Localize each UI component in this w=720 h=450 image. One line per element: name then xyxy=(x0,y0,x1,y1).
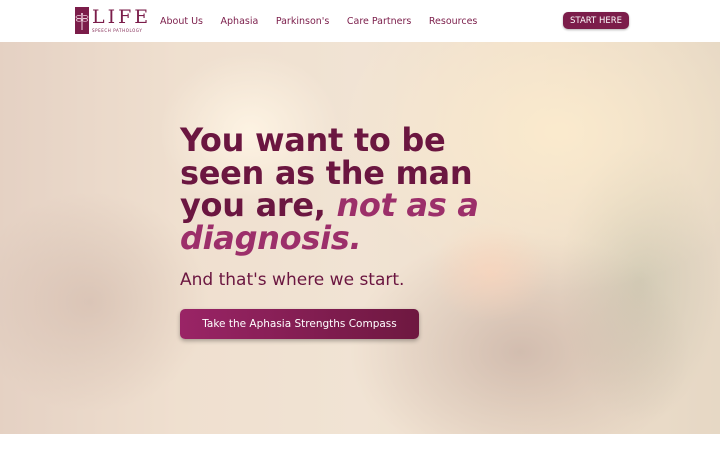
site-header: LIFE SPEECH PATHOLOGY About Us Aphasia P… xyxy=(0,0,720,42)
nav-care-partners[interactable]: Care Partners xyxy=(347,16,412,27)
logo-wordmark: LIFE xyxy=(92,6,152,28)
headline-period: . xyxy=(349,218,362,257)
nav-parkinsons[interactable]: Parkinson's xyxy=(276,16,330,27)
hero-section: You want to be seen as the man you are, … xyxy=(0,42,720,434)
dragonfly-icon xyxy=(75,7,89,34)
logo[interactable]: LIFE SPEECH PATHOLOGY xyxy=(75,7,148,35)
nav-resources[interactable]: Resources xyxy=(429,16,478,27)
page-below-hero xyxy=(0,434,720,450)
nav-about-us[interactable]: About Us xyxy=(160,16,203,27)
logo-subtitle: SPEECH PATHOLOGY xyxy=(92,28,143,33)
start-here-button[interactable]: START HERE xyxy=(563,12,629,29)
strengths-compass-button[interactable]: Take the Aphasia Strengths Compass xyxy=(180,309,419,339)
hero-headline: You want to be seen as the man you are, … xyxy=(180,124,500,254)
main-nav: About Us Aphasia Parkinson's Care Partne… xyxy=(160,0,495,42)
hero-subhead: And that's where we start. xyxy=(180,270,405,290)
nav-aphasia[interactable]: Aphasia xyxy=(221,16,259,27)
